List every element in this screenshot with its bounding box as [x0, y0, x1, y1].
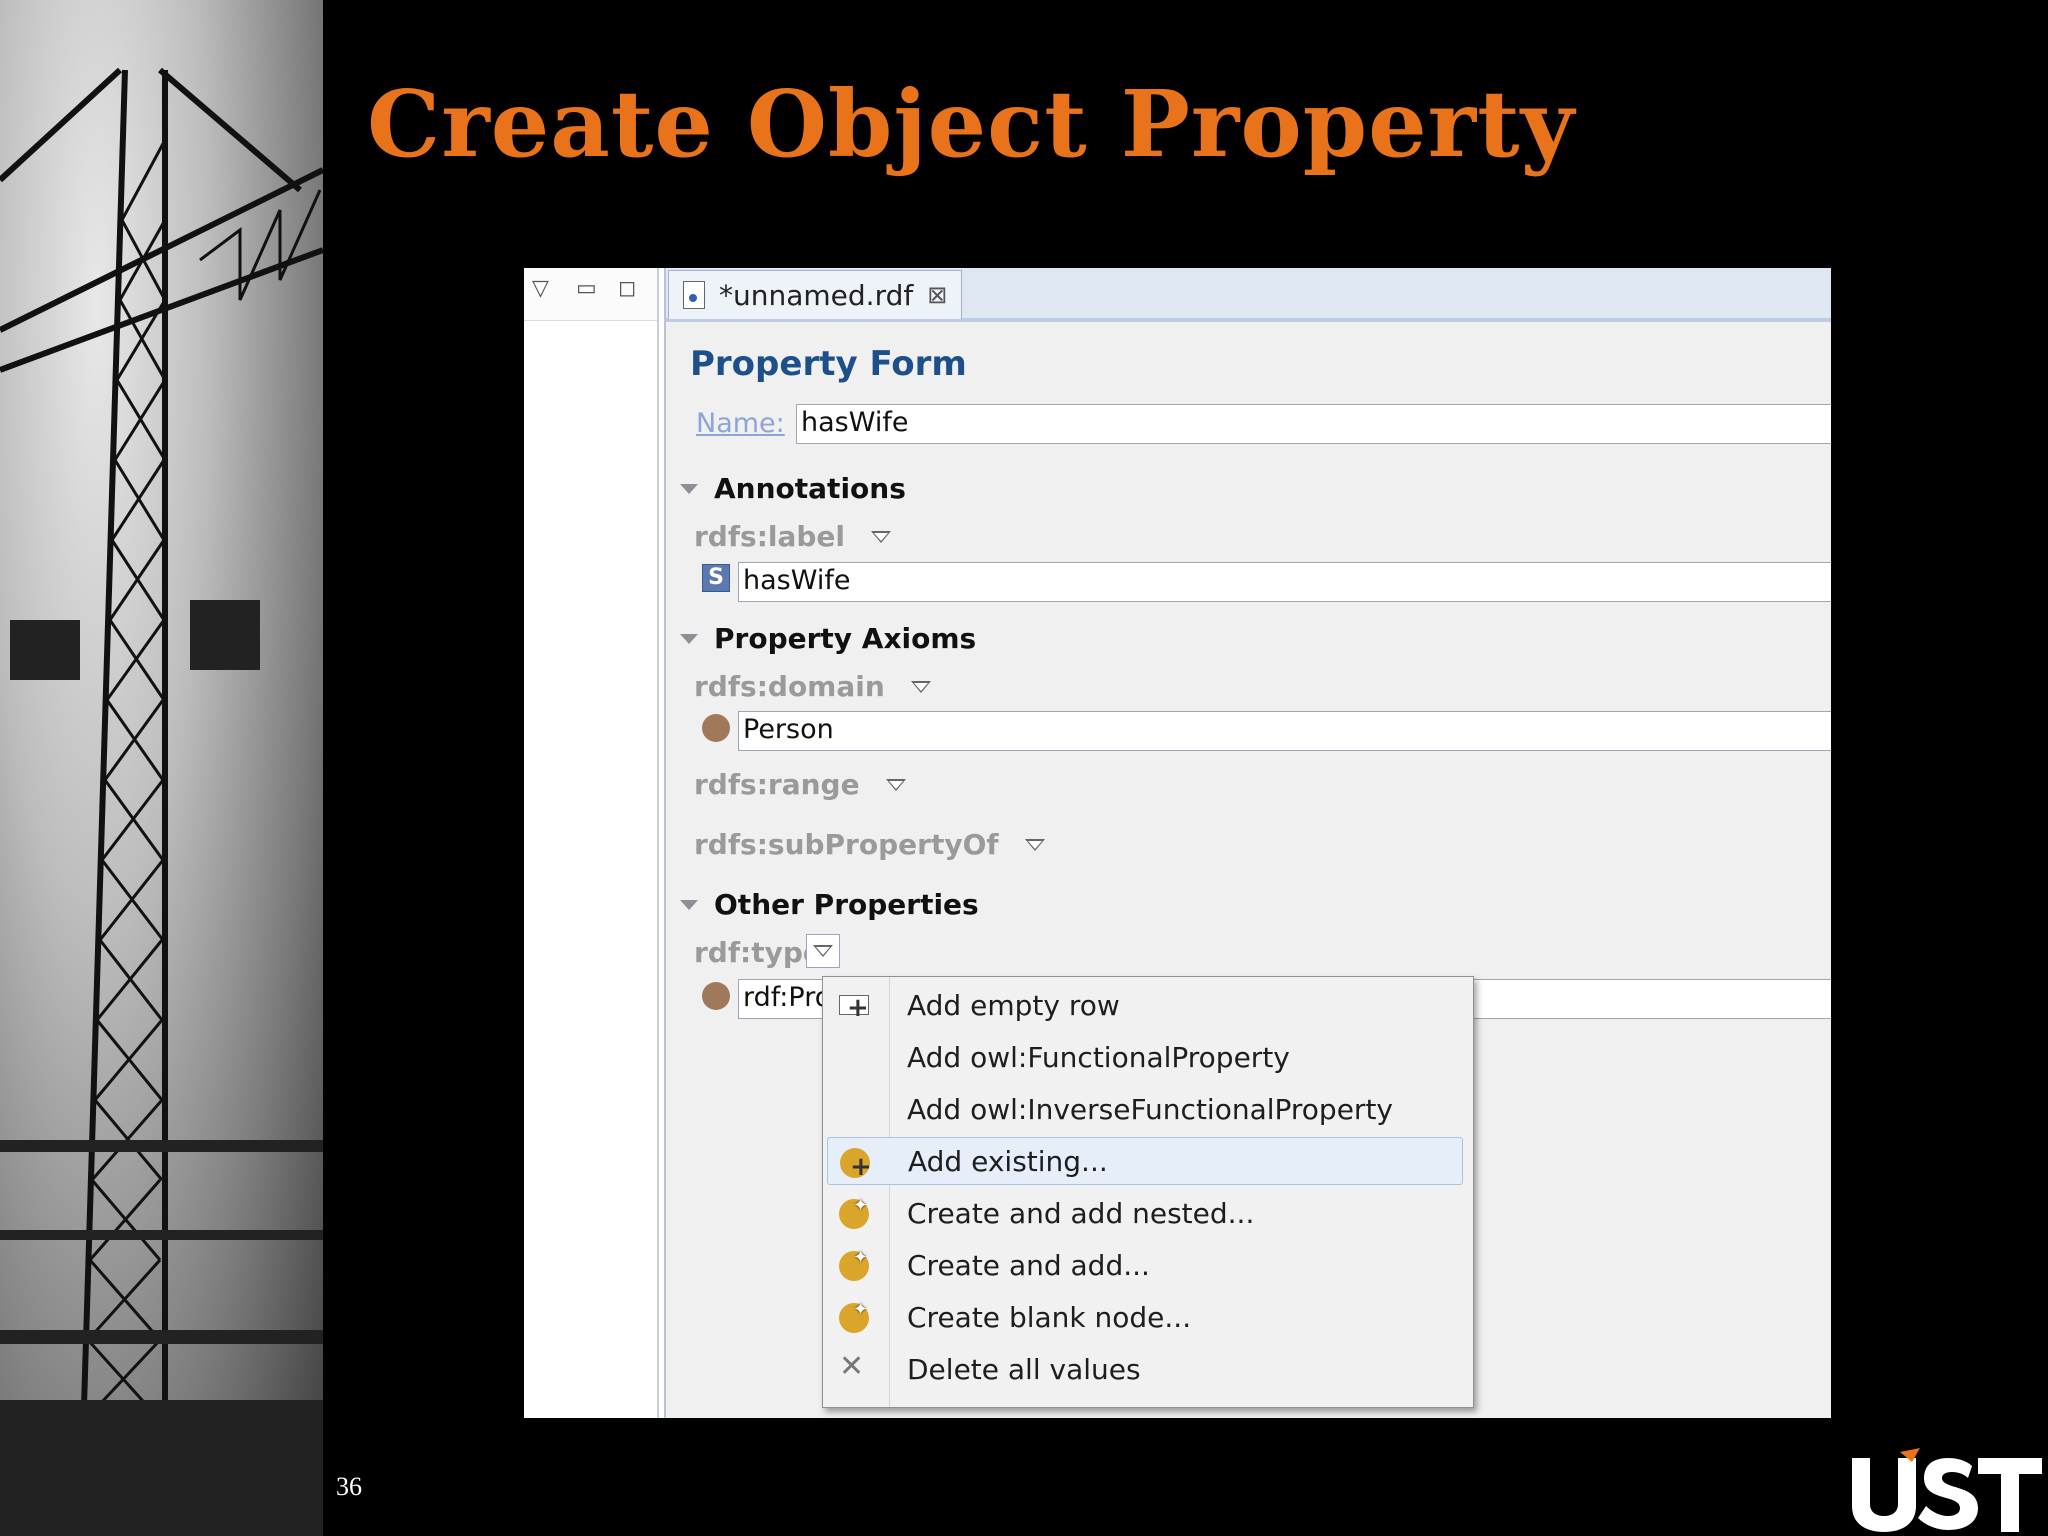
menu-item-label: Create blank node... [907, 1300, 1192, 1334]
menu-item-delete-all-values[interactable]: ✕ Delete all values [827, 1345, 1463, 1393]
add-row-icon: + [839, 991, 869, 1023]
property-name: rdfs:range [694, 768, 860, 801]
menu-item-label: Create and add... [907, 1248, 1150, 1282]
dropdown-icon[interactable] [910, 680, 931, 693]
create-icon: ✦ [839, 1195, 869, 1229]
rdf-file-icon [683, 281, 705, 309]
string-type-icon: S [702, 564, 730, 592]
menu-item-create-and-add[interactable]: ✦ Create and add... [827, 1241, 1463, 1289]
create-icon: ✦ [839, 1299, 869, 1333]
menu-item-label: Add existing... [908, 1144, 1108, 1178]
create-icon: ✦ [839, 1247, 869, 1281]
menu-item-add-existing[interactable]: + Add existing... [827, 1137, 1463, 1185]
label-value-field[interactable]: hasWife [738, 562, 1831, 602]
dropdown-icon [813, 945, 833, 957]
delete-icon: ✕ [839, 1349, 865, 1384]
collapse-triangle-icon [680, 483, 698, 494]
collapse-triangle-icon [680, 899, 698, 910]
dropdown-icon[interactable] [1024, 838, 1045, 851]
ust-logo [1852, 1448, 2042, 1532]
section-title: Annotations [714, 472, 906, 505]
menu-item-label: Add owl:FunctionalProperty [907, 1040, 1290, 1074]
crane-photo [0, 0, 323, 1536]
rdf-type-row: rdf:type [694, 936, 822, 969]
left-pane: ▽ ▭ ◻ [524, 268, 659, 1418]
left-pane-toolbar: ▽ ▭ ◻ [524, 268, 657, 321]
rdfs-label-row: rdfs:label [694, 520, 892, 553]
axioms-section[interactable]: Property Axioms [680, 622, 976, 655]
name-field[interactable]: hasWife [796, 404, 1831, 444]
slide-title: Create Object Property [367, 70, 1576, 178]
tab-unnamed-rdf[interactable]: *unnamed.rdf ⊠ [668, 270, 962, 319]
close-icon[interactable]: ⊠ [927, 281, 947, 309]
menu-item-add-empty-row[interactable]: + Add empty row [827, 981, 1463, 1029]
class-icon [702, 982, 730, 1010]
menu-item-create-blank-node[interactable]: ✦ Create blank node... [827, 1293, 1463, 1341]
name-link[interactable]: Name: [696, 408, 785, 439]
dropdown-icon[interactable] [885, 778, 906, 791]
menu-item-add-functional-property[interactable]: Add owl:FunctionalProperty [827, 1033, 1463, 1081]
collapse-triangle-icon [680, 633, 698, 644]
property-name: rdfs:label [694, 520, 846, 553]
class-icon [702, 714, 730, 742]
tab-label: *unnamed.rdf [719, 278, 914, 312]
page-number: 36 [336, 1472, 362, 1501]
property-name: rdfs:subPropertyOf [694, 828, 999, 861]
menu-item-label: Add owl:InverseFunctionalProperty [907, 1092, 1393, 1126]
rdfs-domain-row: rdfs:domain [694, 670, 931, 703]
menu-item-label: Create and add nested... [907, 1196, 1255, 1230]
rdfs-range-row: rdfs:range [694, 768, 906, 801]
menu-item-add-inverse-functional-property[interactable]: Add owl:InverseFunctionalProperty [827, 1085, 1463, 1133]
property-name: rdf:type [694, 936, 822, 969]
maximize-icon[interactable]: ◻ [618, 276, 636, 301]
annotations-section[interactable]: Annotations [680, 472, 906, 505]
tab-strip: *unnamed.rdf ⊠ [666, 268, 1831, 322]
menu-item-create-and-add-nested[interactable]: ✦ Create and add nested... [827, 1189, 1463, 1237]
rdfs-subpropertyof-row: rdfs:subPropertyOf [694, 828, 1045, 861]
view-menu-icon[interactable]: ▽ [532, 276, 549, 301]
other-properties-section[interactable]: Other Properties [680, 888, 979, 921]
minimize-icon[interactable]: ▭ [576, 276, 597, 301]
dropdown-icon[interactable] [871, 530, 892, 543]
menu-item-label: Delete all values [907, 1352, 1141, 1386]
rdf-type-dropdown-button[interactable] [806, 934, 840, 968]
property-name: rdfs:domain [694, 670, 885, 703]
menu-item-label: Add empty row [907, 988, 1120, 1022]
form-title: Property Form [690, 344, 967, 384]
domain-value-field[interactable]: Person [738, 711, 1831, 751]
context-menu: + Add empty row Add owl:FunctionalProper… [822, 976, 1474, 1408]
section-title: Property Axioms [714, 622, 977, 655]
section-title: Other Properties [714, 888, 979, 921]
add-existing-icon: + [840, 1148, 872, 1182]
